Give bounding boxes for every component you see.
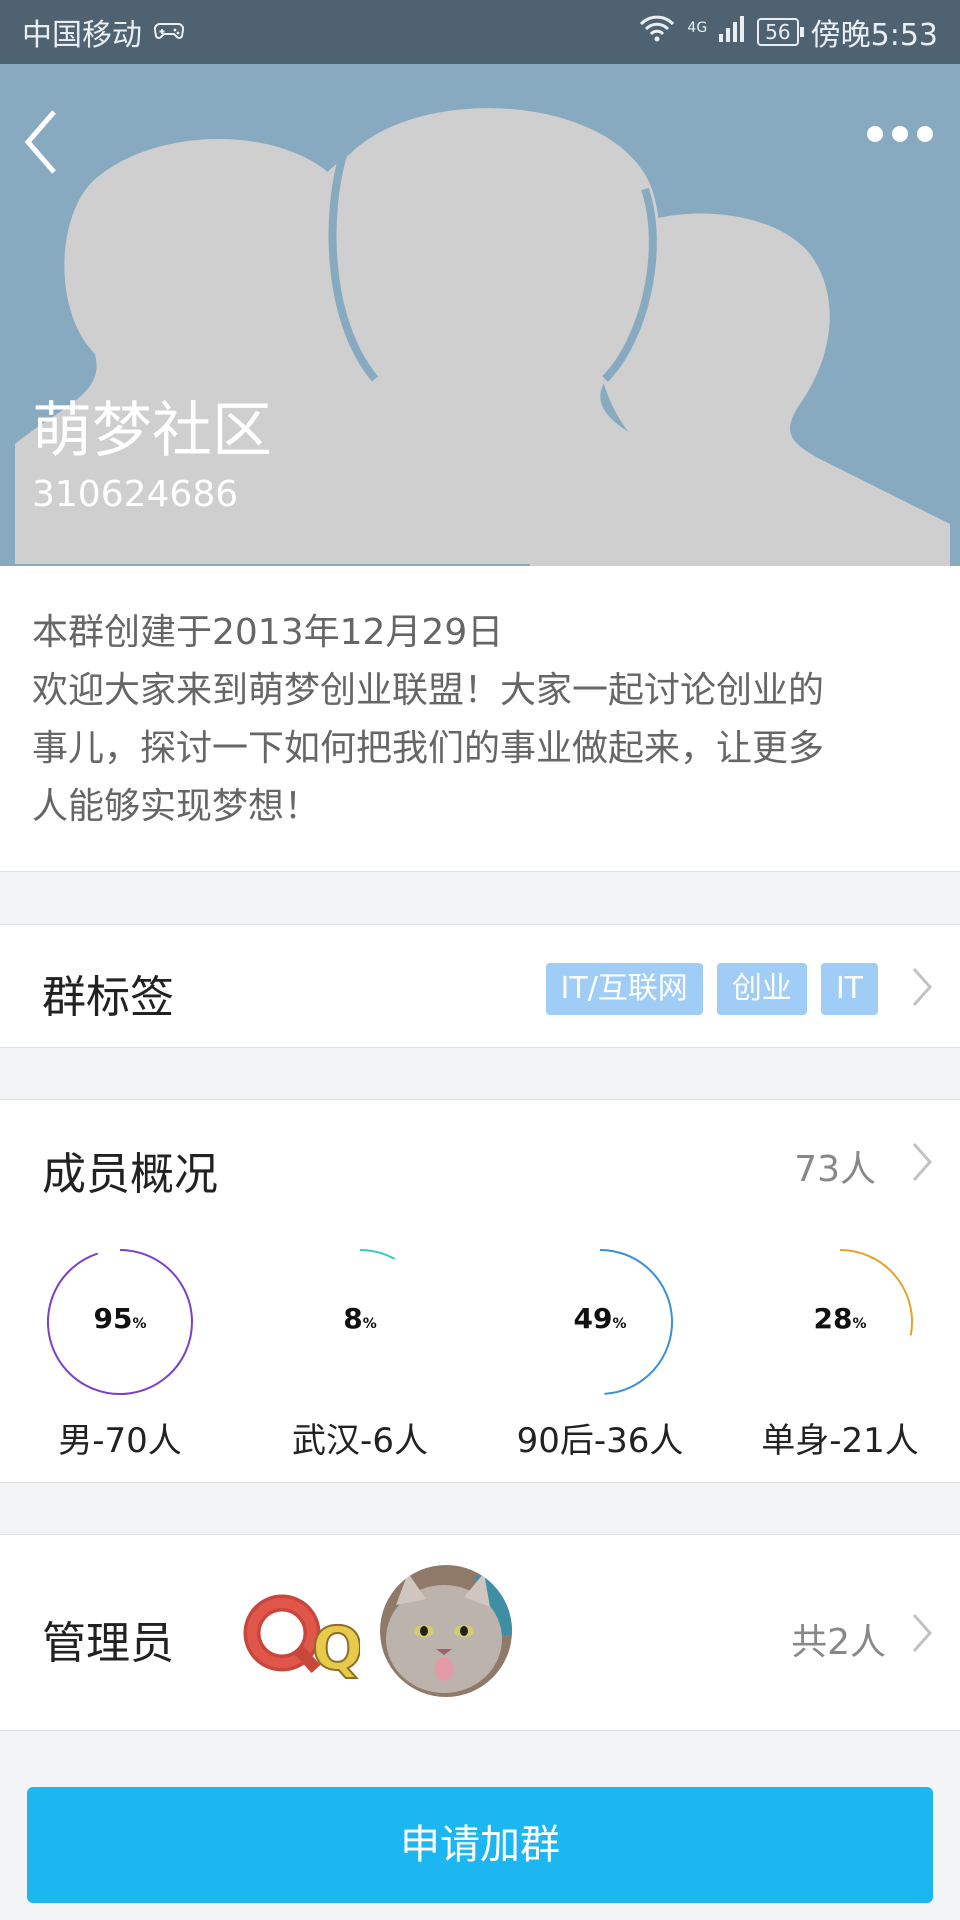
group-header: 萌梦社区 310624686 — [0, 64, 960, 566]
stat-percent: 28 — [813, 1302, 853, 1335]
group-name: 萌梦社区 — [32, 396, 272, 466]
back-button[interactable] — [18, 102, 78, 182]
description-line: 事儿，探讨一下如何把我们的事业做起来，让更多 — [32, 728, 825, 769]
status-bar: 中国移动 4G 56 傍晚5:53 — [0, 0, 960, 64]
group-tags-row[interactable]: 群标签 IT/互联网 创业 IT — [0, 924, 960, 1048]
stat-age[interactable]: 49% 90后-36人 — [480, 1247, 720, 1462]
stat-relationship[interactable]: 28% 单身-21人 — [720, 1247, 960, 1462]
group-intro: 本群创建于2013年12月29日 欢迎大家来到萌梦创业联盟！大家一起讨论创业的 … — [0, 566, 960, 872]
stat-percent: 8 — [343, 1302, 363, 1335]
tag-list: IT/互联网 创业 IT — [545, 963, 878, 1015]
qt-logo-icon: Qt — [243, 1594, 393, 1685]
gamepad-icon — [153, 15, 185, 50]
admin-avatar[interactable] — [380, 1565, 512, 1697]
tag-badge: IT — [820, 963, 878, 1015]
chevron-right-icon — [912, 1614, 933, 1652]
admins-title: 管理员 — [42, 1618, 174, 1669]
description-line: 欢迎大家来到萌梦创业联盟！大家一起讨论创业的 — [32, 670, 825, 711]
chevron-right-icon — [912, 1143, 933, 1181]
wifi-icon — [639, 14, 675, 50]
stat-unit: % — [852, 1316, 867, 1332]
tag-badge: IT/互联网 — [545, 963, 703, 1015]
stat-percent: 95 — [93, 1302, 133, 1335]
cat-avatar-icon — [380, 1565, 512, 1697]
stat-location[interactable]: 8% 武汉-6人 — [240, 1247, 480, 1462]
admin-count: 共2人 — [791, 1622, 886, 1663]
tag-badge: 创业 — [716, 963, 807, 1015]
network-type-label: 4G — [687, 20, 708, 36]
apply-join-button[interactable]: 申请加群 — [27, 1787, 933, 1903]
stat-label: 男-70人 — [58, 1421, 182, 1461]
admins-row[interactable]: 管理员 Qt 共2人 — [0, 1534, 960, 1731]
member-stats: 95% 男-70人 8% 武汉-6人 49% 90后-36人 28% 单身-21… — [0, 1223, 960, 1483]
stat-label: 武汉-6人 — [292, 1421, 428, 1461]
more-options-button[interactable] — [860, 114, 940, 154]
stat-percent: 49 — [573, 1302, 613, 1335]
stat-unit: % — [362, 1316, 377, 1332]
description-line: 人能够实现梦想！ — [32, 786, 321, 827]
clock-label: 傍晚5:53 — [810, 18, 938, 53]
more-icon — [867, 126, 933, 142]
stat-gender[interactable]: 95% 男-70人 — [0, 1247, 240, 1462]
signal-icon — [719, 14, 745, 50]
stat-unit: % — [132, 1316, 147, 1332]
chevron-right-icon — [912, 968, 933, 1006]
qt-logo-letter: Qt — [312, 1614, 360, 1684]
group-id: 310624686 — [32, 474, 239, 515]
stat-label: 单身-21人 — [761, 1421, 919, 1461]
members-overview-row[interactable]: 成员概况 73人 — [0, 1099, 960, 1224]
group-tags-title: 群标签 — [42, 972, 174, 1023]
admin-avatar[interactable]: Qt — [240, 1577, 393, 1687]
carrier-label: 中国移动 — [22, 18, 142, 53]
chevron-left-icon — [24, 110, 56, 174]
stat-unit: % — [612, 1316, 627, 1332]
created-date: 本群创建于2013年12月29日 — [32, 612, 504, 653]
member-count: 73人 — [794, 1149, 876, 1190]
stat-label: 90后-36人 — [516, 1421, 684, 1461]
battery-icon: 56 — [757, 18, 805, 46]
members-overview-title: 成员概况 — [42, 1149, 218, 1200]
